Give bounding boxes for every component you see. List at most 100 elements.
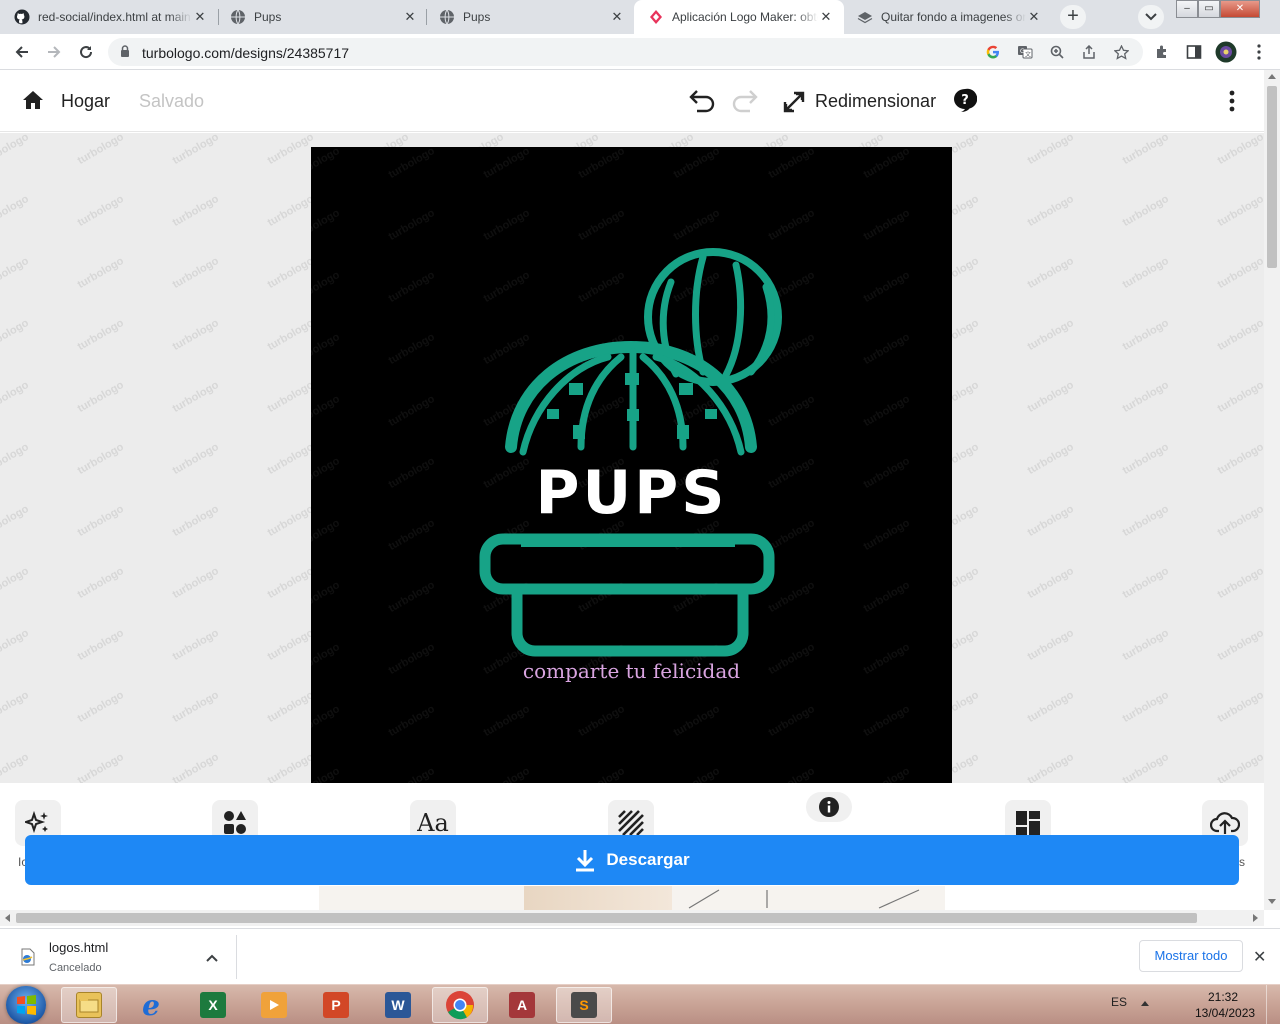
- tab-close-icon[interactable]: ✕: [609, 9, 625, 25]
- watermark-text: turbologo: [0, 626, 31, 664]
- browser-menu-icon[interactable]: [1250, 43, 1268, 61]
- clock-date[interactable]: 13/04/2023: [1195, 1006, 1255, 1020]
- watermark-text: turbologo: [265, 254, 316, 292]
- more-options-icon[interactable]: [1222, 88, 1242, 114]
- sublime-text-icon[interactable]: S: [556, 987, 612, 1023]
- watermark-text: turbologo: [0, 750, 31, 783]
- explorer-icon[interactable]: [61, 987, 117, 1023]
- tab-github[interactable]: red-social/index.html at main ✕: [0, 0, 218, 34]
- watermark-text: turbologo: [1120, 750, 1171, 783]
- horizontal-scrollbar[interactable]: [0, 910, 1264, 926]
- watermark-text: turbologo: [75, 316, 126, 354]
- language-indicator[interactable]: ES: [1111, 995, 1127, 1009]
- translate-icon[interactable]: G文: [1016, 44, 1034, 60]
- download-button[interactable]: Descargar: [25, 835, 1239, 885]
- layers-icon: [857, 9, 873, 25]
- scroll-thumb[interactable]: [1267, 86, 1277, 268]
- start-button[interactable]: [6, 986, 46, 1024]
- grid-layout-icon: [1016, 811, 1040, 835]
- tab-close-icon[interactable]: ✕: [1026, 9, 1042, 25]
- watermark-text: turbologo: [265, 192, 316, 230]
- minimize-button[interactable]: –: [1176, 0, 1198, 18]
- bookmark-star-icon[interactable]: [1112, 44, 1130, 60]
- scroll-thumb[interactable]: [16, 913, 1197, 923]
- watermark-text: turbologo: [0, 378, 31, 416]
- logo-brand-name[interactable]: PUPS: [311, 458, 952, 528]
- show-all-button[interactable]: Mostrar todo: [1139, 940, 1243, 972]
- tab-search-button[interactable]: [1138, 5, 1164, 29]
- maximize-button[interactable]: ▭: [1198, 0, 1220, 18]
- watermark-text: turbologo: [1120, 133, 1171, 168]
- tab-close-icon[interactable]: ✕: [402, 9, 418, 25]
- watermark-text: turbologo: [1215, 440, 1264, 478]
- tray-expand-icon[interactable]: [1141, 1001, 1149, 1006]
- new-tab-button[interactable]: +: [1060, 5, 1086, 29]
- tab-turbologo[interactable]: Aplicación Logo Maker: obtén ✕: [634, 0, 844, 34]
- zoom-icon[interactable]: [1048, 44, 1066, 60]
- share-icon[interactable]: [1080, 44, 1098, 60]
- tab-pups-2[interactable]: Pups ✕: [425, 0, 635, 34]
- tab-pups-1[interactable]: Pups ✕: [216, 0, 428, 34]
- clock-time[interactable]: 21:32: [1208, 990, 1238, 1004]
- download-status: Cancelado: [49, 962, 102, 974]
- watermark-text: turbologo: [1120, 316, 1171, 354]
- watermark-text: turbologo: [75, 440, 126, 478]
- scroll-up-arrow[interactable]: [1268, 74, 1276, 79]
- powerpoint-icon[interactable]: P: [308, 987, 364, 1023]
- watermark-text: turbologo: [170, 750, 221, 783]
- close-window-button[interactable]: ✕: [1220, 0, 1260, 18]
- access-icon[interactable]: A: [494, 987, 550, 1023]
- watermark-text: turbologo: [75, 133, 126, 168]
- watermark-text: turbologo: [265, 564, 316, 602]
- arrow-right-icon: [48, 46, 61, 58]
- watermark-text: turbologo: [75, 564, 126, 602]
- scroll-left-arrow[interactable]: [5, 914, 10, 922]
- extensions-icon[interactable]: [1153, 43, 1171, 61]
- shapes-icon: [224, 811, 246, 834]
- tab-remove-bg[interactable]: Quitar fondo a imagenes online ✕: [843, 0, 1052, 34]
- url-text[interactable]: turbologo.com/designs/24385717: [142, 45, 349, 61]
- pattern-icon: [618, 810, 644, 836]
- watermark-text: turbologo: [1215, 626, 1264, 664]
- watermark-text: turbologo: [1215, 133, 1264, 168]
- google-icon[interactable]: [984, 44, 1002, 60]
- excel-icon[interactable]: X: [185, 987, 241, 1023]
- divider: [236, 935, 237, 979]
- back-button[interactable]: [10, 40, 34, 64]
- scroll-down-arrow[interactable]: [1268, 899, 1276, 904]
- tab-strip: red-social/index.html at main ✕ Pups ✕ P…: [0, 0, 1280, 34]
- redo-icon[interactable]: [731, 89, 759, 118]
- window-controls: – ▭ ✕: [1176, 0, 1260, 18]
- media-player-icon[interactable]: [246, 987, 302, 1023]
- resize-button[interactable]: Redimensionar: [815, 91, 936, 112]
- help-icon[interactable]: ?: [953, 88, 978, 117]
- watermark-text: turbologo: [1120, 502, 1171, 540]
- address-bar[interactable]: turbologo.com/designs/24385717 G文: [108, 38, 1143, 66]
- logo-slogan[interactable]: comparte tu felicidad: [311, 659, 952, 683]
- show-desktop-button[interactable]: [1266, 985, 1280, 1024]
- download-file-name[interactable]: logos.html: [49, 940, 108, 955]
- watermark-text: turbologo: [0, 133, 31, 168]
- word-icon[interactable]: W: [370, 987, 426, 1023]
- vertical-scrollbar[interactable]: [1264, 70, 1280, 910]
- undo-icon[interactable]: [688, 89, 716, 118]
- chrome-icon[interactable]: [432, 987, 488, 1023]
- chevron-up-icon[interactable]: [206, 949, 218, 967]
- info-button[interactable]: [806, 792, 852, 822]
- logo-canvas[interactable]: turbologo turbologo turbologo turbologo turb…: [311, 147, 952, 783]
- resize-icon[interactable]: [782, 90, 806, 119]
- watermark-text: turbologo: [1215, 688, 1264, 726]
- close-shelf-icon[interactable]: ✕: [1253, 947, 1266, 967]
- windows-taskbar: e X P W A S ES 21:32 13/04/2023: [0, 984, 1280, 1024]
- scroll-right-arrow[interactable]: [1253, 914, 1258, 922]
- home-link[interactable]: Hogar: [61, 91, 110, 112]
- tab-close-icon[interactable]: ✕: [818, 9, 834, 25]
- side-panel-icon[interactable]: [1185, 43, 1203, 61]
- home-icon[interactable]: [22, 90, 44, 115]
- tab-close-icon[interactable]: ✕: [192, 9, 208, 25]
- tab-title: Quitar fondo a imagenes online: [881, 10, 1026, 24]
- reload-button[interactable]: [74, 40, 98, 64]
- forward-button[interactable]: [42, 40, 66, 64]
- profile-avatar[interactable]: [1215, 41, 1237, 63]
- internet-explorer-icon[interactable]: e: [123, 987, 179, 1023]
